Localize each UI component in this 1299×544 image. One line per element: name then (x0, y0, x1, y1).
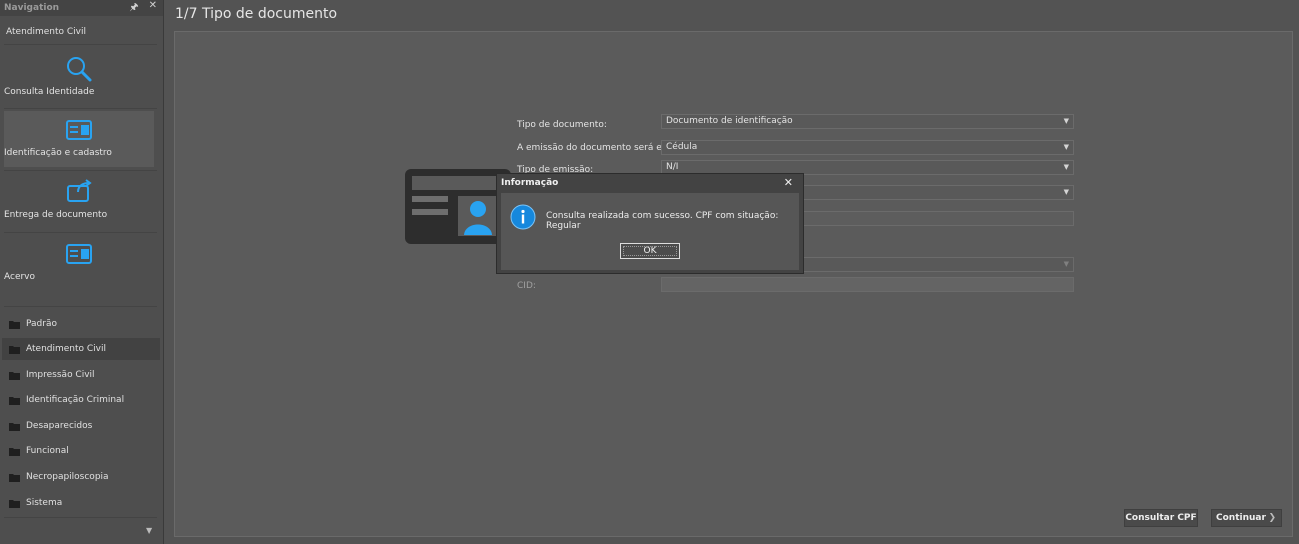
cid-field (661, 277, 1074, 292)
folder-icon (9, 396, 20, 405)
divider (4, 232, 157, 233)
folder-icon (9, 473, 20, 482)
folder-impressao-civil[interactable]: Impressão Civil (2, 364, 160, 386)
folder-funcional[interactable]: Funcional (2, 440, 160, 462)
folder-label: Desaparecidos (26, 421, 93, 431)
folder-necropapiloscopia[interactable]: Necropapiloscopia (2, 466, 160, 488)
tipo-documento-value: Documento de identificação (666, 116, 793, 126)
tipo-emissao-value: N/I (666, 162, 679, 172)
dropdown-arrow-icon[interactable]: ▼ (1064, 186, 1069, 199)
tile-label: Consulta Identidade (4, 87, 95, 97)
continuar-label: Continuar (1216, 513, 1266, 523)
chevron-down-icon[interactable]: ▼ (146, 526, 152, 535)
information-dialog: Informação ✕ Consulta realizada com suce… (496, 173, 804, 274)
folder-icon (9, 320, 20, 329)
divider (4, 108, 157, 109)
dropdown-arrow-icon[interactable]: ▼ (1064, 115, 1069, 128)
dropdown-arrow-icon[interactable]: ▼ (1064, 161, 1069, 174)
tile-label: Entrega de documento (4, 210, 108, 220)
dropdown-arrow-icon: ▼ (1063, 260, 1069, 268)
info-icon (510, 204, 536, 230)
folder-padrao[interactable]: Padrão (2, 313, 160, 335)
dialog-body: Consulta realizada com sucesso. CPF com … (501, 193, 799, 270)
continuar-button[interactable]: Continuar ❯ (1211, 509, 1282, 527)
divider (4, 306, 157, 307)
close-icon[interactable]: ✕ (149, 0, 157, 17)
folder-label: Padrão (26, 319, 57, 329)
divider (4, 44, 157, 45)
folder-label: Identificação Criminal (26, 395, 125, 405)
emissao-select[interactable]: Cédula ▼ (661, 140, 1074, 155)
tile-acervo[interactable]: Acervo (4, 235, 154, 291)
folder-icon (9, 345, 20, 354)
folder-atendimento-civil[interactable]: Atendimento Civil (2, 338, 160, 360)
search-icon (67, 57, 92, 82)
archive-card-icon (66, 244, 92, 264)
close-icon[interactable]: ✕ (784, 176, 793, 189)
folder-identificacao-criminal[interactable]: Identificação Criminal (2, 389, 160, 411)
folder-label: Funcional (26, 446, 69, 456)
tile-identificacao-cadastro[interactable]: Identificação e cadastro (4, 111, 154, 167)
tile-label: Identificação e cadastro (4, 148, 112, 158)
divider (4, 170, 157, 171)
folder-icon (9, 371, 20, 380)
dialog-title: Informação (501, 178, 559, 188)
folder-desaparecidos[interactable]: Desaparecidos (2, 415, 160, 437)
dialog-message: Consulta realizada com sucesso. CPF com … (546, 211, 779, 231)
tile-entrega-documento[interactable]: Entrega de documento (4, 173, 154, 229)
ok-button[interactable]: OK (620, 243, 680, 259)
navigation-panel: Navigation 🖈 ✕ Atendimento Civil Consult… (0, 0, 164, 544)
folder-label: Atendimento Civil (26, 344, 106, 354)
folder-icon (9, 422, 20, 431)
page-title: 1/7 Tipo de documento (175, 6, 338, 22)
folder-icon (9, 447, 20, 456)
navigation-title: Navigation (4, 3, 60, 13)
divider (4, 517, 157, 518)
chevron-right-icon: ❯ (1268, 513, 1276, 523)
folder-label: Impressão Civil (26, 370, 95, 380)
consultar-cpf-button[interactable]: Consultar CPF (1124, 509, 1198, 527)
section-title: Atendimento Civil (6, 27, 86, 37)
folder-icon (9, 499, 20, 508)
document-delivery-icon (67, 179, 92, 202)
folder-sistema[interactable]: Sistema (2, 492, 160, 514)
tipo-documento-select[interactable]: Documento de identificação ▼ (661, 114, 1074, 129)
tile-label: Acervo (4, 272, 36, 282)
cid-label: CID: (517, 281, 536, 291)
navigation-header: Navigation 🖈 ✕ (0, 0, 163, 16)
emissao-value: Cédula (666, 142, 698, 152)
id-card-icon (66, 120, 92, 140)
folder-label: Necropapiloscopia (26, 472, 109, 482)
tipo-documento-label: Tipo de documento: (517, 120, 607, 130)
pin-icon[interactable]: 🖈 (129, 0, 138, 17)
tile-consulta-identidade[interactable]: Consulta Identidade (4, 50, 154, 106)
emissao-label: A emissão do documento será em: (517, 143, 674, 153)
dropdown-arrow-icon[interactable]: ▼ (1064, 141, 1069, 154)
folder-label: Sistema (26, 498, 63, 508)
